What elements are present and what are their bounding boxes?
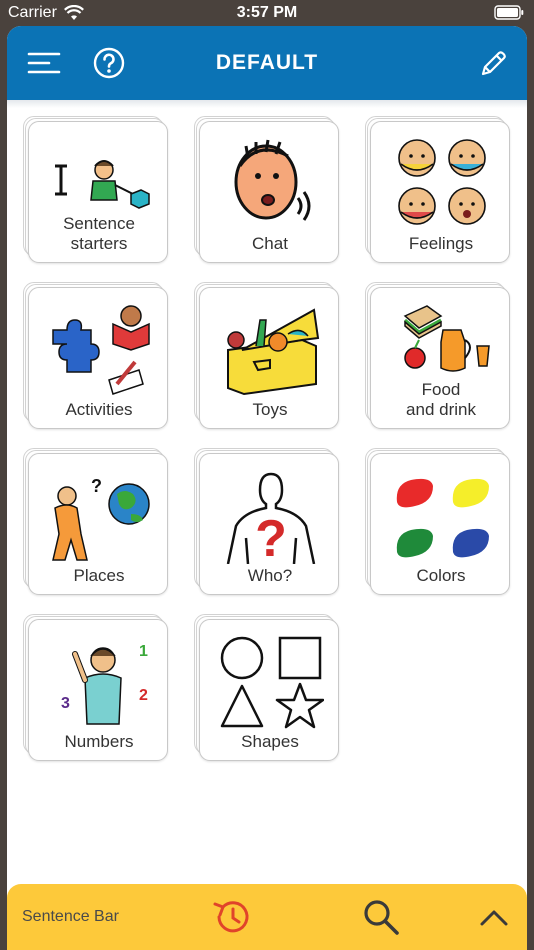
sentence-bar: Sentence Bar [7, 884, 527, 950]
category-grid: Sentence starters Chat Feelings Activiti… [23, 116, 513, 776]
svg-text:1: 1 [139, 643, 148, 660]
page-title: DEFAULT [215, 51, 319, 74]
header-bar: DEFAULT [7, 26, 527, 100]
places-icon: ? [52, 476, 150, 561]
tile-label: Colors [416, 566, 466, 585]
tile-card[interactable]: Food and drink [370, 287, 510, 429]
tile-label: Feelings [408, 234, 474, 253]
activities-icon [52, 305, 150, 395]
tile-activities[interactable]: Activities [23, 282, 168, 429]
app-window: DEFAULT Sentence starters Chat Feelings … [7, 26, 527, 950]
tile-label: Who? [247, 566, 293, 585]
tile-label: Food and drink [406, 380, 476, 419]
status-time: 3:57 PM [236, 4, 298, 21]
tile-card[interactable]: Toys [199, 287, 339, 429]
tile-label: Sentence starters [63, 214, 135, 253]
search-icon[interactable] [361, 897, 401, 937]
toys-icon [227, 308, 320, 396]
shapes-icon [220, 636, 324, 729]
tile-sentence-starters[interactable]: Sentence starters [23, 116, 168, 263]
svg-text:?: ? [91, 476, 102, 496]
tile-card[interactable]: Activities [28, 287, 168, 429]
tile-card[interactable]: Colors [370, 453, 510, 595]
svg-text:3: 3 [61, 695, 70, 712]
tile-shapes[interactable]: Shapes [194, 614, 339, 761]
tile-label: Activities [65, 400, 133, 419]
battery-icon [494, 5, 524, 20]
tile-places[interactable]: ? Places [23, 448, 168, 595]
tile-label: Places [73, 566, 125, 585]
tile-food-and-drink[interactable]: Food and drink [365, 282, 510, 429]
tile-card[interactable]: Feelings [370, 121, 510, 263]
tile-card[interactable]: ? Who? [199, 453, 339, 595]
svg-text:?: ? [255, 510, 287, 564]
colors-icon [396, 478, 489, 558]
tile-feelings[interactable]: Feelings [365, 116, 510, 263]
tile-who[interactable]: ? Who? [194, 448, 339, 595]
tile-card[interactable]: Shapes [199, 619, 339, 761]
tile-toys[interactable]: Toys [194, 282, 339, 429]
tile-numbers[interactable]: 1 2 3 Numbers [23, 614, 168, 761]
tile-label: Toys [252, 400, 288, 419]
tile-card[interactable]: ? Places [28, 453, 168, 595]
chevron-up-icon[interactable] [479, 904, 509, 930]
tile-card[interactable]: Sentence starters [28, 121, 168, 263]
chat-icon [234, 139, 311, 221]
tile-label: Numbers [64, 732, 134, 751]
tile-colors[interactable]: Colors [365, 448, 510, 595]
history-icon[interactable] [212, 898, 252, 936]
header-shadow [7, 100, 527, 108]
tile-label: Shapes [241, 732, 299, 751]
feelings-icon [398, 139, 486, 225]
who-icon: ? [226, 472, 316, 564]
tile-label: Chat [252, 234, 288, 253]
tile-chat[interactable]: Chat [194, 116, 339, 263]
tile-card[interactable]: Chat [199, 121, 339, 263]
pencil-icon[interactable] [477, 48, 509, 80]
tile-card[interactable]: 1 2 3 Numbers [28, 619, 168, 761]
svg-text:2: 2 [139, 687, 148, 704]
food-and-drink-icon [403, 305, 490, 372]
status-bar: Carrier 3:57 PM [0, 0, 534, 26]
numbers-icon: 1 2 3 [61, 643, 148, 725]
sentence-bar-label[interactable]: Sentence Bar [22, 908, 119, 926]
